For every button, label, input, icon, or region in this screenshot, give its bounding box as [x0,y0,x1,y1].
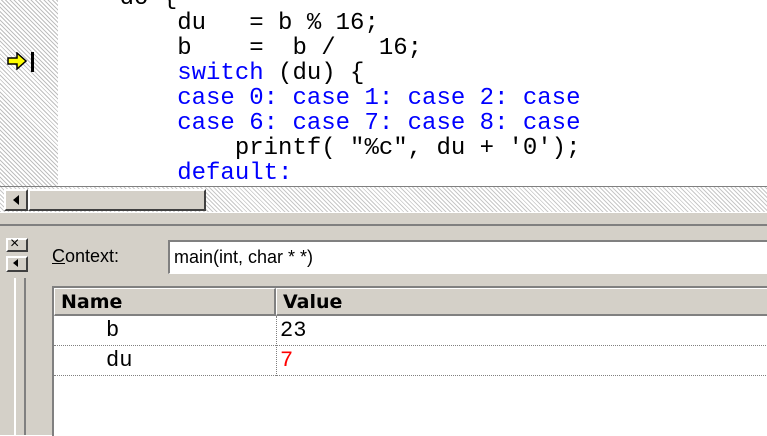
table-row[interactable]: du 7 [54,346,767,376]
code-editor[interactable]: do { du = b % 16; b = b / 16; switch (du… [0,0,767,186]
left-arrow-icon [13,195,19,205]
close-pane-button[interactable]: × [6,235,28,252]
locals-pane: × Context: main(int, char * *) Name Valu… [0,226,767,436]
left-arrow-icon [13,259,18,267]
scroll-left-button[interactable] [4,189,28,211]
variable-value[interactable]: 23 [280,318,306,344]
variable-name: du [106,348,133,373]
column-header-value[interactable]: Value [276,288,767,316]
variable-value[interactable]: 7 [280,348,293,374]
close-icon: × [10,235,20,252]
code-text[interactable]: do { du = b % 16; b = b / 16; switch (du… [62,0,581,186]
editor-gutter [0,0,58,186]
scroll-thumb[interactable] [28,189,206,211]
context-combobox[interactable]: main(int, char * *) [168,240,767,274]
context-label-text: ontext: [65,246,120,266]
code-line[interactable]: switch (du) { [62,61,580,86]
pane-splitter[interactable] [0,212,767,226]
side-scroll-left-button[interactable] [6,256,28,272]
dock-grip[interactable] [14,278,26,435]
code-line[interactable]: default: [62,161,580,186]
column-separator [276,316,277,376]
code-line[interactable]: printf( "%c", du + '0'); [62,136,581,161]
code-line[interactable]: case 0: case 1: case 2: case [62,86,580,111]
variables-grid[interactable]: Name Value b 23 du 7 [52,286,767,436]
table-row[interactable]: b 23 [54,316,767,346]
column-header-name[interactable]: Name [54,288,276,316]
variable-name: b [106,318,120,343]
locals-side-strip: × [0,226,36,435]
context-label: Context: [52,246,119,267]
code-line[interactable]: du = b % 16; [62,11,580,36]
caret-marker [31,52,34,72]
horizontal-scrollbar[interactable] [0,186,767,212]
code-line[interactable]: b = b / 16; [62,36,580,61]
code-line[interactable]: case 6: case 7: case 8: case [62,111,580,136]
current-line-arrow-icon [7,52,27,70]
context-label-accelerator: C [52,246,65,266]
